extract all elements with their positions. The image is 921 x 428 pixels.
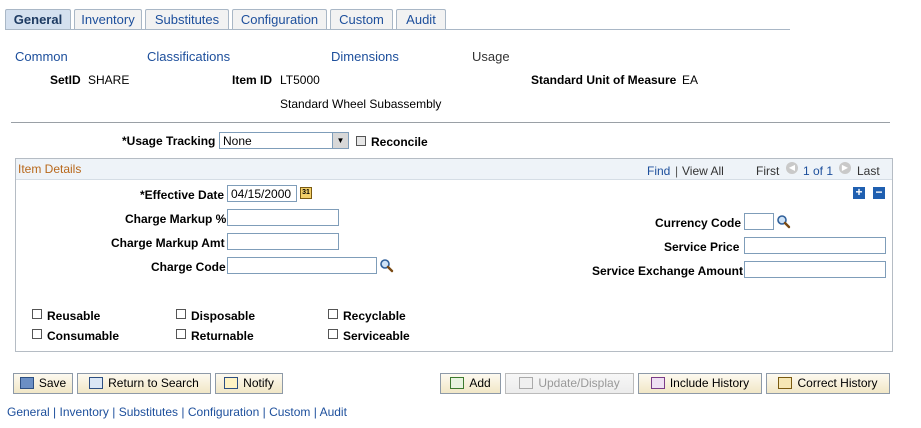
return-search-icon [89, 377, 104, 389]
calendar-icon[interactable]: 31 [300, 187, 312, 199]
effective-date-input[interactable] [227, 185, 297, 202]
return-to-search-label: Return to Search [108, 376, 199, 390]
consumable-label: Consumable [47, 329, 120, 343]
footer-separator: | [53, 405, 57, 419]
add-label: Add [469, 376, 491, 390]
chevron-down-icon[interactable]: ▼ [332, 133, 348, 148]
footer-links: General | Inventory | Substitutes | Conf… [7, 405, 347, 419]
last-label: Last [857, 164, 880, 178]
footer-link-custom[interactable]: Custom [269, 405, 310, 419]
prev-arrow-icon[interactable]: ◀ [786, 162, 798, 174]
charge-code-input[interactable] [227, 257, 377, 274]
next-arrow-icon[interactable]: ▶ [839, 162, 851, 174]
subnav-usage: Usage [472, 49, 510, 64]
reconcile-label: Reconcile [371, 135, 428, 149]
tab-audit[interactable]: Audit [396, 9, 446, 29]
return-to-search-button[interactable]: Return to Search [77, 373, 211, 394]
subnav-dimensions[interactable]: Dimensions [331, 49, 399, 64]
notify-label: Notify [243, 376, 274, 390]
returnable-label: Returnable [191, 329, 254, 343]
service-price-label: Service Price [664, 240, 740, 254]
update-display-icon [519, 377, 534, 389]
currency-code-label: Currency Code [655, 216, 742, 230]
tab-custom[interactable]: Custom [330, 9, 393, 29]
search-icon[interactable] [776, 214, 791, 229]
item-description: Standard Wheel Subassembly [280, 97, 442, 111]
usage-tracking-label: *Usage Tracking [122, 134, 216, 148]
uom-label: Standard Unit of Measure [531, 73, 677, 87]
subnav-common[interactable]: Common [15, 49, 68, 64]
save-label: Save [38, 376, 67, 390]
tab-configuration[interactable]: Configuration [232, 9, 327, 29]
tab-inventory[interactable]: Inventory [74, 9, 142, 29]
setid-label: SetID [50, 73, 81, 87]
disposable-checkbox[interactable] [176, 309, 186, 319]
divider [11, 122, 890, 123]
charge-markup-pct-label: Charge Markup % [125, 212, 227, 226]
find-separator: | [675, 164, 679, 178]
recyclable-checkbox[interactable] [328, 309, 338, 319]
reusable-checkbox[interactable] [32, 309, 42, 319]
correct-history-icon [778, 377, 793, 389]
include-history-label: Include History [669, 376, 750, 390]
usage-tracking-value: None [223, 134, 252, 148]
charge-markup-amt-input[interactable] [227, 233, 339, 250]
footer-separator: | [181, 405, 185, 419]
find-link[interactable]: Find [647, 164, 670, 178]
setid-value: SHARE [88, 73, 130, 87]
notify-button[interactable]: Notify [215, 373, 283, 394]
service-price-input[interactable] [744, 237, 886, 254]
footer-link-audit[interactable]: Audit [320, 405, 347, 419]
save-icon [19, 377, 34, 389]
charge-markup-amt-label: Charge Markup Amt [111, 236, 225, 250]
footer-separator: | [262, 405, 266, 419]
currency-code-input[interactable] [744, 213, 774, 230]
include-history-icon [650, 377, 665, 389]
add-row-icon[interactable]: + [853, 186, 865, 199]
charge-markup-pct-input[interactable] [227, 209, 339, 226]
update-display-label: Update/Display [538, 376, 620, 390]
itemid-value: LT5000 [280, 73, 320, 87]
include-history-button[interactable]: Include History [638, 373, 762, 394]
itemid-label: Item ID [232, 73, 273, 87]
reusable-label: Reusable [47, 309, 101, 323]
add-button[interactable]: Add [440, 373, 501, 394]
usage-tracking-select[interactable]: None ▼ [219, 132, 349, 149]
serviceable-label: Serviceable [343, 329, 410, 343]
item-details-title: Item Details [18, 162, 82, 176]
consumable-checkbox[interactable] [32, 329, 42, 339]
serviceable-checkbox[interactable] [328, 329, 338, 339]
add-icon [450, 377, 465, 389]
tab-divider [5, 29, 790, 30]
correct-history-label: Correct History [797, 376, 878, 390]
footer-link-inventory[interactable]: Inventory [60, 405, 109, 419]
correct-history-button[interactable]: Correct History [766, 373, 890, 394]
pager-text: 1 of 1 [803, 164, 834, 178]
first-label: First [756, 164, 780, 178]
footer-link-general[interactable]: General [7, 405, 50, 419]
notify-icon [224, 377, 239, 389]
effective-date-label: *Effective Date [140, 188, 225, 202]
recyclable-label: Recyclable [343, 309, 406, 323]
footer-link-substitutes[interactable]: Substitutes [119, 405, 178, 419]
tab-substitutes[interactable]: Substitutes [145, 9, 229, 29]
footer-separator: | [112, 405, 116, 419]
service-exchange-label: Service Exchange Amount [592, 264, 743, 278]
reconcile-checkbox[interactable] [356, 136, 366, 146]
search-icon[interactable] [379, 258, 394, 273]
uom-value: EA [682, 73, 699, 87]
returnable-checkbox[interactable] [176, 329, 186, 339]
update-display-button[interactable]: Update/Display [505, 373, 634, 394]
tab-general[interactable]: General [5, 9, 71, 30]
charge-code-label: Charge Code [151, 260, 226, 274]
footer-link-configuration[interactable]: Configuration [188, 405, 259, 419]
save-button[interactable]: Save [13, 373, 73, 394]
disposable-label: Disposable [191, 309, 256, 323]
delete-row-icon[interactable]: − [873, 186, 885, 199]
service-exchange-input[interactable] [744, 261, 886, 278]
view-all-link[interactable]: View All [682, 164, 724, 178]
subnav-classifications[interactable]: Classifications [147, 49, 230, 64]
footer-separator: | [313, 405, 317, 419]
